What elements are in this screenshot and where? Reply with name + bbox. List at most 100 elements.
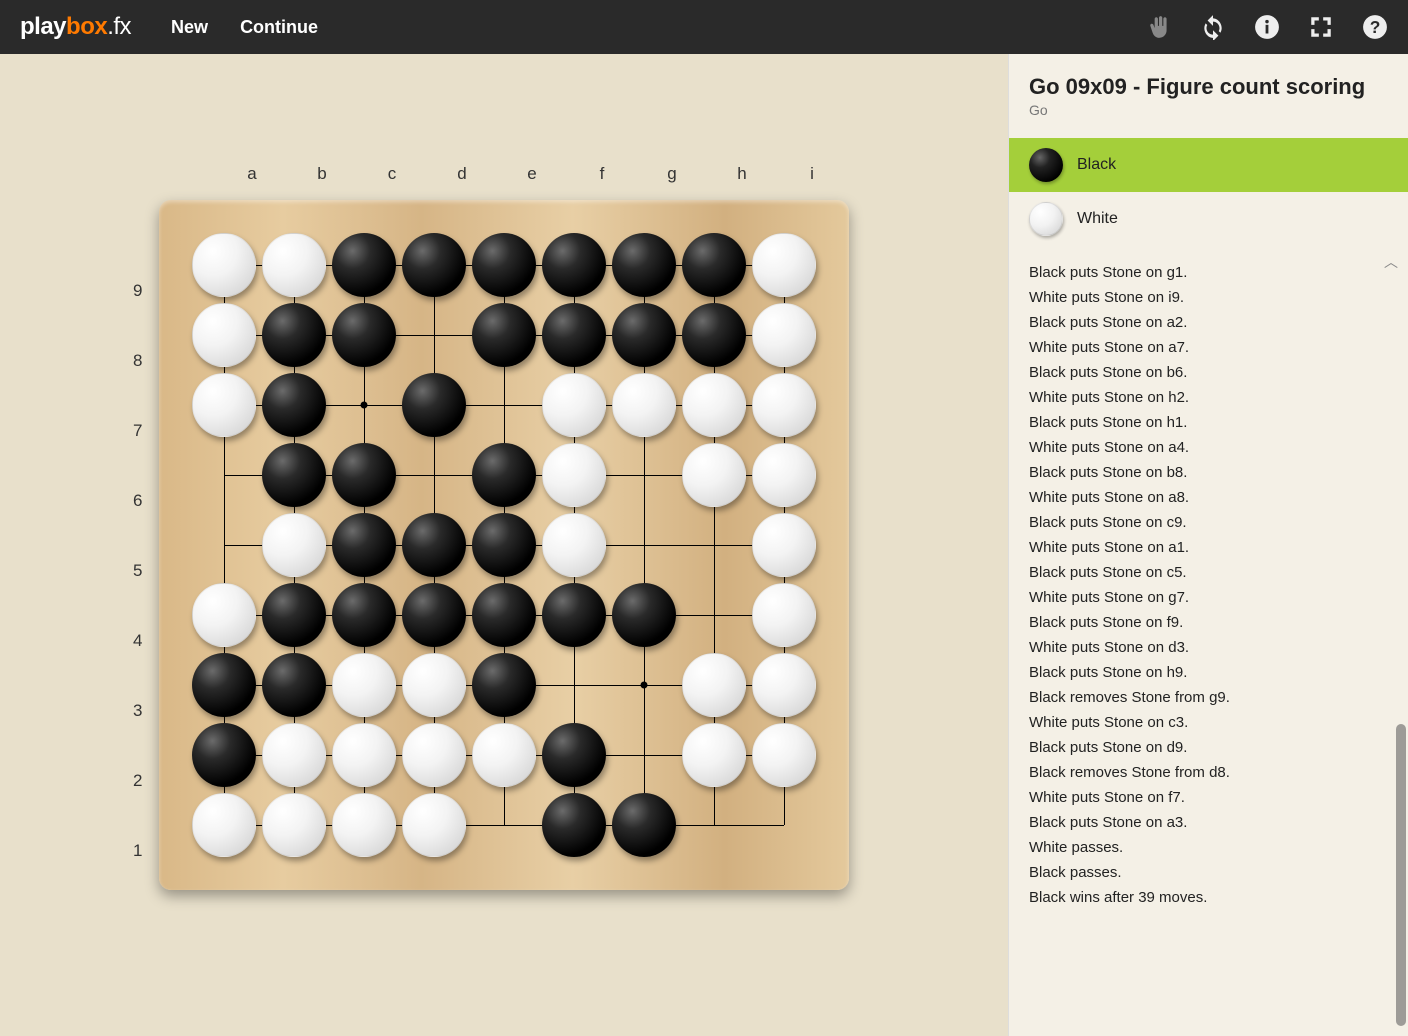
white-stone[interactable] bbox=[542, 373, 606, 437]
log-line: White puts Stone on a1. bbox=[1029, 535, 1388, 560]
fullscreen-icon[interactable] bbox=[1308, 14, 1334, 40]
black-stone[interactable] bbox=[472, 513, 536, 577]
black-stone[interactable] bbox=[192, 653, 256, 717]
black-stone[interactable] bbox=[612, 583, 676, 647]
white-stone[interactable] bbox=[192, 303, 256, 367]
white-stone[interactable] bbox=[192, 793, 256, 857]
white-stone[interactable] bbox=[682, 443, 746, 507]
player-name: White bbox=[1077, 210, 1118, 228]
black-stone[interactable] bbox=[472, 443, 536, 507]
black-stone[interactable] bbox=[542, 583, 606, 647]
black-stone[interactable] bbox=[402, 373, 466, 437]
black-stone[interactable] bbox=[612, 233, 676, 297]
info-icon[interactable] bbox=[1254, 14, 1280, 40]
black-stone[interactable] bbox=[542, 303, 606, 367]
white-stone[interactable] bbox=[752, 443, 816, 507]
white-stone[interactable] bbox=[332, 653, 396, 717]
player-white[interactable]: White bbox=[1009, 192, 1408, 246]
log-line: Black puts Stone on c9. bbox=[1029, 510, 1388, 535]
black-stone[interactable] bbox=[542, 233, 606, 297]
black-stone[interactable] bbox=[682, 303, 746, 367]
player-black[interactable]: Black bbox=[1009, 138, 1408, 192]
log-line: White puts Stone on f7. bbox=[1029, 785, 1388, 810]
col-label: c bbox=[357, 164, 427, 184]
log-line: White puts Stone on a8. bbox=[1029, 485, 1388, 510]
white-stone[interactable] bbox=[682, 723, 746, 787]
white-stone[interactable] bbox=[472, 723, 536, 787]
log-line: White puts Stone on h2. bbox=[1029, 385, 1388, 410]
black-stone[interactable] bbox=[262, 373, 326, 437]
black-stone[interactable] bbox=[472, 653, 536, 717]
black-stone[interactable] bbox=[332, 583, 396, 647]
scrollbar-thumb[interactable] bbox=[1396, 724, 1406, 1026]
white-stone[interactable] bbox=[192, 233, 256, 297]
log-line: Black wins after 39 moves. bbox=[1029, 885, 1388, 910]
main-content: abcdefghi 123456789 Go 09x09 - Figure co… bbox=[0, 54, 1408, 1036]
nav-new[interactable]: New bbox=[171, 17, 208, 38]
black-stone[interactable] bbox=[472, 233, 536, 297]
game-subtitle: Go bbox=[1029, 102, 1388, 118]
white-stone[interactable] bbox=[262, 513, 326, 577]
white-stone[interactable] bbox=[262, 793, 326, 857]
black-stone[interactable] bbox=[332, 443, 396, 507]
log-line: White passes. bbox=[1029, 835, 1388, 860]
col-label: i bbox=[777, 164, 847, 184]
black-stone[interactable] bbox=[332, 513, 396, 577]
log-line: White puts Stone on g7. bbox=[1029, 585, 1388, 610]
black-stone[interactable] bbox=[262, 583, 326, 647]
collapse-icon[interactable]: ︿ bbox=[1384, 252, 1398, 272]
white-stone[interactable] bbox=[402, 723, 466, 787]
white-stone[interactable] bbox=[752, 233, 816, 297]
log-line: Black puts Stone on a2. bbox=[1029, 310, 1388, 335]
white-stone[interactable] bbox=[752, 723, 816, 787]
white-stone[interactable] bbox=[682, 653, 746, 717]
white-stone[interactable] bbox=[402, 653, 466, 717]
black-stone[interactable] bbox=[612, 793, 676, 857]
black-stone[interactable] bbox=[332, 233, 396, 297]
game-title: Go 09x09 - Figure count scoring bbox=[1029, 74, 1388, 100]
black-stone[interactable] bbox=[542, 793, 606, 857]
board-wrap: abcdefghi 123456789 bbox=[159, 200, 849, 890]
white-stone[interactable] bbox=[192, 583, 256, 647]
nav-continue[interactable]: Continue bbox=[240, 17, 318, 38]
col-label: a bbox=[217, 164, 287, 184]
col-label: b bbox=[287, 164, 357, 184]
white-stone[interactable] bbox=[752, 653, 816, 717]
black-stone[interactable] bbox=[402, 583, 466, 647]
white-stone[interactable] bbox=[542, 513, 606, 577]
black-stone[interactable] bbox=[472, 303, 536, 367]
log-line: White puts Stone on c3. bbox=[1029, 710, 1388, 735]
black-stone[interactable] bbox=[542, 723, 606, 787]
white-stone[interactable] bbox=[332, 723, 396, 787]
black-stone[interactable] bbox=[262, 653, 326, 717]
white-stone[interactable] bbox=[752, 583, 816, 647]
white-stone[interactable] bbox=[542, 443, 606, 507]
refresh-icon[interactable] bbox=[1200, 14, 1226, 40]
white-stone[interactable] bbox=[752, 303, 816, 367]
white-stone[interactable] bbox=[262, 233, 326, 297]
black-stone[interactable] bbox=[332, 303, 396, 367]
move-log[interactable]: ︿ Black puts Stone on g1.White puts Ston… bbox=[1009, 246, 1408, 1036]
black-stone[interactable] bbox=[262, 443, 326, 507]
black-stone[interactable] bbox=[192, 723, 256, 787]
black-stone[interactable] bbox=[682, 233, 746, 297]
white-stone[interactable] bbox=[752, 513, 816, 577]
white-stone[interactable] bbox=[752, 373, 816, 437]
black-stone[interactable] bbox=[402, 233, 466, 297]
white-stone[interactable] bbox=[332, 793, 396, 857]
log-line: Black puts Stone on a3. bbox=[1029, 810, 1388, 835]
black-stone[interactable] bbox=[472, 583, 536, 647]
white-stone[interactable] bbox=[262, 723, 326, 787]
black-stone[interactable] bbox=[402, 513, 466, 577]
white-stone[interactable] bbox=[402, 793, 466, 857]
white-stone[interactable] bbox=[682, 373, 746, 437]
hand-icon[interactable] bbox=[1146, 14, 1172, 40]
black-stone[interactable] bbox=[612, 303, 676, 367]
help-icon[interactable]: ? bbox=[1362, 14, 1388, 40]
row-label: 8 bbox=[133, 326, 142, 396]
white-stone[interactable] bbox=[192, 373, 256, 437]
row-label: 1 bbox=[133, 816, 142, 886]
black-stone[interactable] bbox=[262, 303, 326, 367]
go-board[interactable] bbox=[159, 200, 849, 890]
white-stone[interactable] bbox=[612, 373, 676, 437]
